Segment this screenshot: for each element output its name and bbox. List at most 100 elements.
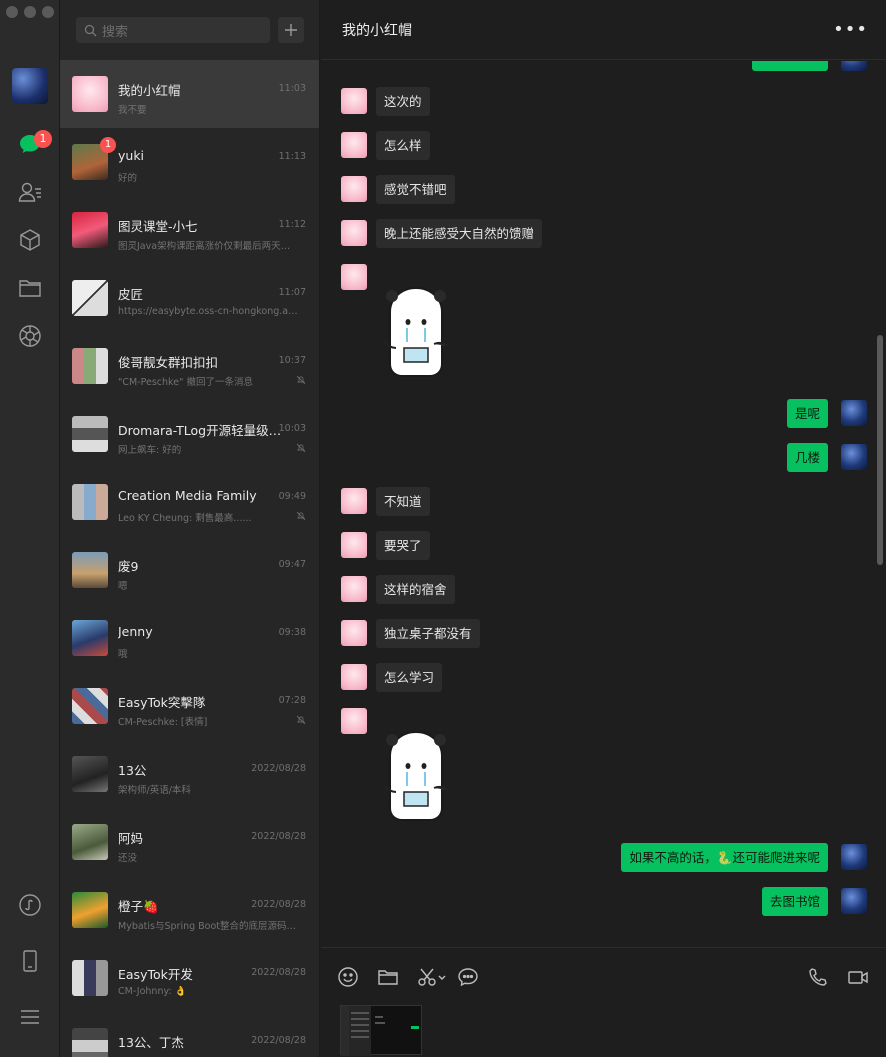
chat-name: yuki: [118, 148, 145, 163]
sticker-image[interactable]: [376, 726, 456, 826]
chat-list-item[interactable]: Jenny 09:38 哦: [60, 604, 319, 672]
message-bubble[interactable]: 几楼: [786, 443, 828, 472]
contact-avatar[interactable]: [341, 664, 367, 690]
voice-call-button[interactable]: [807, 966, 829, 988]
contact-avatar[interactable]: [341, 132, 367, 158]
chat-list-item[interactable]: EasyTok突擊隊 07:28 CM-Peschke: [表情]: [60, 672, 319, 740]
message-bubble[interactable]: [752, 61, 828, 71]
contact-avatar[interactable]: [341, 488, 367, 514]
my-avatar[interactable]: [841, 888, 867, 914]
chat-preview: Mybatis与Spring Boot整合的底层源码分析...: [118, 921, 298, 932]
message-bubble[interactable]: 晚上还能感受大自然的馈赠: [376, 219, 543, 248]
chat-name: Creation Media Family: [118, 488, 257, 503]
contact-avatar[interactable]: [341, 88, 367, 114]
chat-time: 2022/08/28: [251, 899, 306, 910]
chat-list-item[interactable]: 俊哥靓女群扣扣扣 10:37 "CM-Peschke" 撤回了一条消息: [60, 332, 319, 400]
contact-avatar[interactable]: [341, 176, 367, 202]
chat-avatar: [72, 756, 108, 792]
chat-history-button[interactable]: [457, 966, 479, 988]
chat-preview: 还没: [118, 853, 138, 864]
chat-preview: 嗯: [118, 581, 128, 592]
chat-avatar: [72, 960, 108, 996]
close-window-button[interactable]: [6, 6, 18, 18]
mute-icon: [296, 375, 306, 385]
favorites-icon[interactable]: [15, 225, 45, 255]
minimize-window-button[interactable]: [24, 6, 36, 18]
chat-items: 我的小红帽 11:03 我不要 yuki 11:13 好的 1 图灵课堂-小七 11:12 图灵J…: [60, 60, 319, 1057]
message-bubble[interactable]: 不知道: [376, 487, 430, 516]
search-input[interactable]: 搜索: [76, 17, 270, 43]
maximize-window-button[interactable]: [42, 6, 54, 18]
emoji-button[interactable]: [337, 966, 359, 988]
message-bubble[interactable]: 感觉不错吧: [376, 175, 455, 204]
chat-list-panel: 搜索 我的小红帽 11:03 我不要 yuki 11:13 好的 1 图灵课堂-小七 11:12…: [60, 0, 320, 1057]
chat-time: 09:49: [278, 491, 306, 502]
message-bubble[interactable]: 怎么学习: [376, 663, 443, 692]
moments-icon[interactable]: [15, 321, 45, 351]
chat-list-item[interactable]: 皮匠 11:07 https://easybyte.oss-cn-hongkong.…: [60, 264, 319, 332]
chat-time: 2022/08/28: [251, 967, 306, 978]
chat-list-item[interactable]: 13公 2022/08/28 架构师/英语/本科: [60, 740, 319, 808]
files-icon[interactable]: [15, 273, 45, 303]
message-bubble[interactable]: 怎么样: [376, 131, 430, 160]
message-bubble[interactable]: 如果不高的话，🐍还可能爬进来呢: [621, 843, 828, 872]
menu-icon[interactable]: [15, 1002, 45, 1032]
chat-preview: CM-Johnny: 👌: [118, 986, 187, 997]
my-avatar[interactable]: [841, 444, 867, 470]
message-bubble[interactable]: 独立桌子都没有: [376, 619, 480, 648]
contact-avatar[interactable]: [341, 620, 367, 646]
add-chat-button[interactable]: [278, 17, 304, 43]
my-avatar[interactable]: [841, 61, 867, 71]
message-bubble[interactable]: 去图书馆: [761, 887, 828, 916]
chat-list-item[interactable]: yuki 11:13 好的 1: [60, 128, 319, 196]
chat-list-item[interactable]: 橙子🍓 2022/08/28 Mybatis与Spring Boot整合的底层源码分…: [60, 876, 319, 944]
chat-list-item[interactable]: 13公、丁杰 2022/08/28: [60, 1012, 319, 1057]
chat-preview: 好的: [118, 173, 138, 184]
file-button[interactable]: [377, 966, 399, 988]
chat-list-item[interactable]: 废9 09:47 嗯: [60, 536, 319, 604]
chat-list-item[interactable]: Creation Media Family 09:49 Leo KY Cheung:…: [60, 468, 319, 536]
message-bubble[interactable]: 这样的宿舍: [376, 575, 455, 604]
chat-list-item[interactable]: 我的小红帽 11:03 我不要: [60, 60, 319, 128]
mini-programs-icon[interactable]: [15, 890, 45, 920]
chat-preview: https://easybyte.oss-cn-hongkong.aliyunc…: [118, 306, 298, 317]
unread-badge: 1: [34, 130, 52, 148]
contact-avatar[interactable]: [341, 576, 367, 602]
more-options-button[interactable]: •••: [833, 19, 868, 40]
chat-time: 10:37: [278, 355, 306, 366]
message-scrollbar[interactable]: [877, 335, 883, 565]
message-bubble[interactable]: 是呢: [786, 399, 828, 428]
contacts-icon[interactable]: [15, 177, 45, 207]
chat-list-item[interactable]: 阿妈 2022/08/28 还没: [60, 808, 319, 876]
message-list[interactable]: 这次的怎么样感觉不错吧晚上还能感受大自然的馈赠是呢几楼不知道要哭了这样的宿舍独立…: [321, 61, 886, 947]
chat-avatar: [72, 416, 108, 452]
message-bubble[interactable]: 这次的: [376, 87, 430, 116]
contact-avatar[interactable]: [341, 708, 367, 734]
my-avatar[interactable]: [12, 68, 48, 104]
contact-avatar[interactable]: [341, 220, 367, 246]
contact-avatar[interactable]: [341, 264, 367, 290]
chat-time: 10:03: [278, 423, 306, 434]
phone-icon[interactable]: [15, 946, 45, 976]
chat-name: 图灵课堂-小七: [118, 219, 198, 234]
scissors-icon: [418, 968, 446, 986]
chat-list-item[interactable]: 图灵课堂-小七 11:12 图灵Java架构课距离涨价仅剩最后两天！😂: [60, 196, 319, 264]
my-avatar[interactable]: [841, 844, 867, 870]
screenshot-button[interactable]: [417, 966, 449, 988]
my-avatar[interactable]: [841, 400, 867, 426]
video-call-button[interactable]: [847, 966, 869, 988]
sticker-image[interactable]: [376, 282, 456, 382]
mute-icon: [296, 715, 306, 725]
chat-list-item[interactable]: EasyTok开发 2022/08/28 CM-Johnny: 👌: [60, 944, 319, 1012]
folder-icon: [378, 970, 398, 985]
contact-avatar[interactable]: [341, 532, 367, 558]
chat-avatar: [72, 824, 108, 860]
search-placeholder: 搜索: [102, 24, 129, 40]
chat-avatar: [72, 620, 108, 656]
pasted-screenshot-thumbnail[interactable]: [340, 1005, 422, 1056]
message-bubble[interactable]: 要哭了: [376, 531, 430, 560]
chat-time: 11:07: [278, 287, 306, 298]
chat-list-item[interactable]: Dromara-TLog开源轻量级日... 10:03 网上飙车: 好的: [60, 400, 319, 468]
video-icon: [848, 971, 868, 984]
chat-preview: "CM-Peschke" 撤回了一条消息: [118, 377, 253, 388]
